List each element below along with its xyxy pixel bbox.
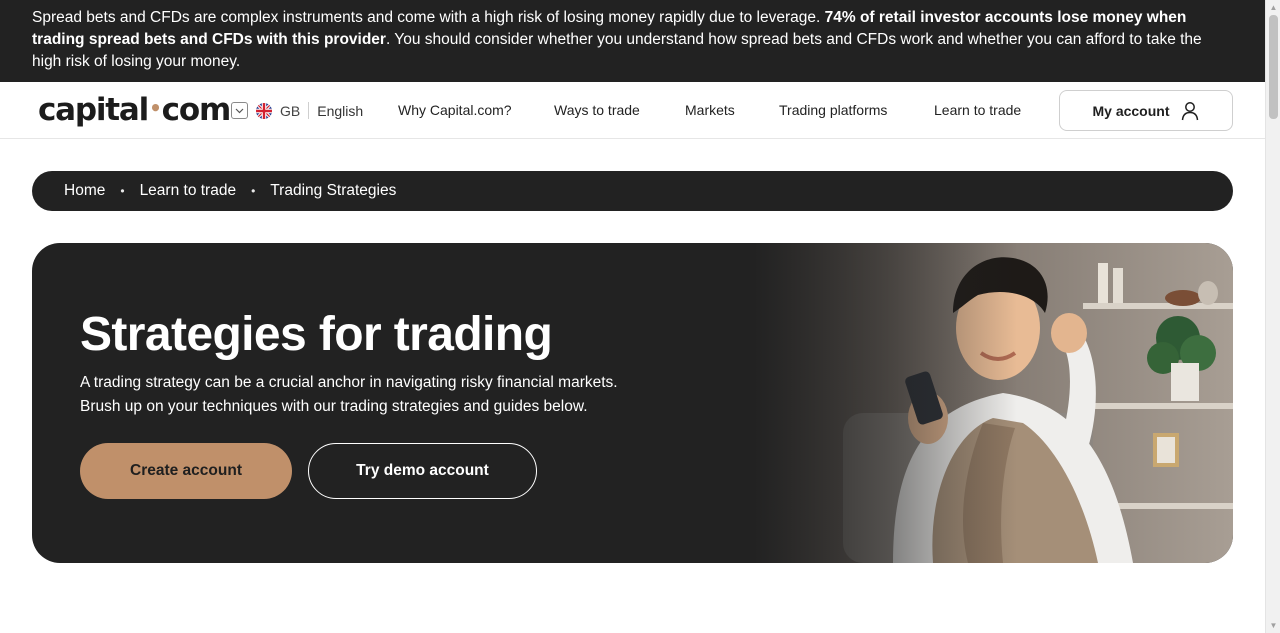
- hero-banner: Strategies for trading A trading strateg…: [32, 243, 1233, 563]
- my-account-button[interactable]: My account: [1059, 90, 1233, 131]
- uk-flag-icon: [256, 102, 272, 119]
- hero-image-trader-celebrating: [753, 243, 1233, 563]
- logo-dot: •: [149, 96, 162, 120]
- nav-markets[interactable]: Markets: [685, 102, 735, 118]
- try-demo-account-button[interactable]: Try demo account: [308, 443, 537, 499]
- locale-divider: [308, 102, 310, 119]
- logo-text-right: com: [161, 92, 232, 128]
- hero-description-line-2: Brush up on your techniques with our tra…: [80, 398, 588, 415]
- my-account-label: My account: [1092, 102, 1170, 119]
- hero-title: Strategies for trading: [80, 308, 553, 361]
- language-label: English: [317, 102, 364, 119]
- breadcrumb-home[interactable]: Home: [64, 182, 105, 200]
- chevron-down-icon[interactable]: [231, 102, 248, 119]
- nav-ways-to-trade[interactable]: Ways to trade: [554, 102, 640, 118]
- scroll-up-arrow-icon[interactable]: ▲: [1269, 3, 1278, 12]
- nav-why-capital[interactable]: Why Capital.com?: [398, 102, 512, 118]
- logo-text-left: capital: [38, 92, 149, 128]
- locale-selector[interactable]: GB English: [231, 101, 363, 120]
- create-account-button[interactable]: Create account: [80, 443, 292, 499]
- site-header: capital•com GB English Why Capital.com? …: [0, 82, 1265, 139]
- scrollbar-thumb[interactable]: [1269, 15, 1278, 119]
- risk-warning-banner: Spread bets and CFDs are complex instrum…: [0, 0, 1265, 82]
- scroll-down-arrow-icon[interactable]: ▼: [1269, 621, 1278, 630]
- hero-description: A trading strategy can be a crucial anch…: [80, 371, 700, 419]
- breadcrumb-separator: •: [120, 184, 125, 198]
- nav-learn-to-trade[interactable]: Learn to trade: [934, 102, 1021, 118]
- breadcrumb-separator: •: [251, 184, 256, 198]
- risk-text-start: Spread bets and CFDs are complex instrum…: [32, 9, 825, 26]
- hero-description-line-1: A trading strategy can be a crucial anch…: [80, 374, 618, 391]
- page-scrollbar[interactable]: ▲ ▼: [1265, 0, 1280, 633]
- country-code: GB: [280, 102, 301, 119]
- breadcrumb: Home • Learn to trade • Trading Strategi…: [32, 171, 1233, 211]
- capital-com-logo[interactable]: capital•com: [38, 92, 232, 128]
- breadcrumb-learn-to-trade[interactable]: Learn to trade: [140, 182, 237, 200]
- breadcrumb-current: Trading Strategies: [270, 182, 397, 199]
- nav-trading-platforms[interactable]: Trading platforms: [779, 102, 887, 118]
- user-icon: [1181, 101, 1198, 120]
